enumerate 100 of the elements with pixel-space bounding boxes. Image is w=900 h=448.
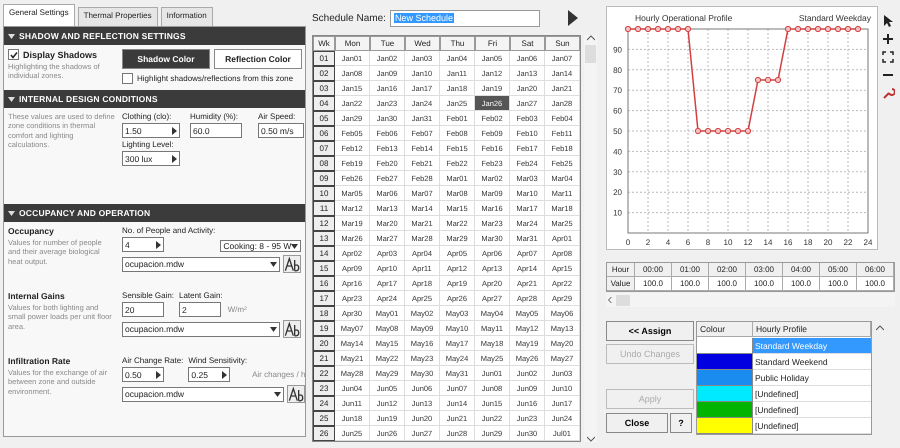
week-number: 17 [313,291,335,306]
scroll-up-icon[interactable] [876,325,884,331]
data-point [624,26,632,32]
unit-label: W/m² [228,305,247,316]
spin-arrow-icon[interactable] [171,126,177,134]
week-number: 25 [313,411,335,426]
column-header: 05:00 [820,263,857,277]
button[interactable]: << Assign [606,321,694,341]
dropdown-arrow-icon[interactable] [270,262,278,266]
input-field[interactable]: 1.50 [122,123,180,138]
axis-tick-label: 30 [613,168,622,177]
column-header: Wed [405,36,440,51]
triangle-icon[interactable] [566,10,578,26]
column-header: 01:00 [672,263,709,277]
axis-tick-label: 14 [764,238,772,247]
week-number: 09 [313,171,335,186]
text-style-icon[interactable] [284,256,300,272]
field-label: Lighting Level: [122,140,175,149]
pointer-icon[interactable] [881,14,895,28]
profile-item[interactable]: [Undefined] [753,402,871,418]
profile-item[interactable]: Standard Weekend [753,354,871,370]
spin-arrow-icon[interactable] [155,240,161,248]
text-style-icon[interactable] [284,321,300,337]
dropdown-arrow-icon[interactable] [274,392,282,396]
dropdown-arrow-icon[interactable] [291,244,298,248]
axis-tick-label: 2 [646,238,650,247]
data-point [674,26,682,32]
column-header: Hourly Profile [753,322,871,337]
input-field[interactable]: 0.50 [122,367,164,382]
scrollbar[interactable] [584,35,597,442]
axis-tick-label: 80 [613,66,622,75]
week-number: 15 [313,261,335,276]
spin-arrow-icon[interactable] [155,370,161,378]
column-header: Sun [545,36,580,51]
data-point [704,128,712,134]
data-point [834,26,842,32]
column-header: 04:00 [783,263,820,277]
color-button[interactable]: Reflection Color [214,49,302,69]
axis-tick-label: 40 [613,147,622,156]
axis-tick-label: 0 [626,238,630,247]
spin-arrow-icon[interactable] [171,154,177,162]
profile-item[interactable]: Public Holiday [753,370,871,386]
input-field[interactable]: 4 [122,237,164,252]
data-point [824,26,832,32]
scroll-down-icon[interactable] [586,436,594,442]
dropdown[interactable]: Cooking: 8 - 95 W [220,240,302,252]
table-cell[interactable]: 100.0 [783,277,820,291]
dropdown[interactable]: ocupacion.mdw [122,322,280,336]
field-label: Wind Sensitivity: [188,356,248,365]
checkbox[interactable] [8,49,19,60]
dropdown[interactable]: ocupacion.mdw [122,386,284,402]
input-field[interactable]: 0.25 [188,367,230,382]
input-field[interactable]: 2 [179,302,222,317]
section-header[interactable]: SHADOW AND REFLECTION SETTINGS [4,27,305,45]
group-title: Internal Gains [8,291,66,301]
button[interactable]: ? [670,413,692,433]
dropdown-arrow-icon[interactable] [270,326,277,332]
table-cell[interactable]: 100.0 [746,277,783,291]
table-cell[interactable]: 100.0 [709,277,746,291]
week-number: 24 [313,396,335,411]
table-cell[interactable]: 100.0 [820,277,857,291]
tab[interactable]: General Settings [3,4,75,26]
input-field[interactable]: 300 lux [122,151,180,166]
axis-tick-label: 8 [706,238,710,247]
input-field[interactable]: 0.50 m/s [258,123,304,138]
profile-item[interactable]: [Undefined] [753,418,871,434]
axis-tick-label: 16 [784,238,792,247]
column-header: Wk [313,36,335,51]
series-label: Standard Weekday [798,13,871,23]
section-header[interactable]: INTERNAL DESIGN CONDITIONS [4,90,305,108]
button[interactable]: Close [606,413,668,433]
axis-tick-label: 20 [613,188,622,198]
table-cell[interactable]: 100.0 [672,277,709,291]
week-number: 02 [313,66,335,81]
week-number: 10 [313,186,335,201]
color-button[interactable]: Shadow Color [122,49,210,69]
column-header: 06:00 [857,263,894,277]
week-number: 04 [313,96,335,111]
table-cell[interactable]: 100.0 [635,277,672,291]
axis-tick-label: 4 [666,238,670,247]
wrench-icon[interactable] [881,86,895,100]
profile-item[interactable]: [Undefined] [753,386,871,402]
input-field[interactable]: 60.0 [190,123,242,138]
scroll-left-icon[interactable] [606,297,614,303]
tab[interactable]: Information [160,7,213,26]
tab[interactable]: Thermal Properties [78,7,158,26]
plus-icon[interactable] [881,32,895,46]
scroll-up-icon[interactable] [586,35,594,41]
dropdown[interactable]: ocupacion.mdw [122,256,280,272]
expand-icon[interactable] [881,50,895,64]
section-header[interactable]: OCCUPANCY AND OPERATION [4,204,305,222]
checkbox[interactable] [122,73,133,84]
table-cell[interactable]: 100.0 [857,277,894,291]
week-number: 05 [313,111,335,126]
text-style-icon[interactable] [288,386,304,402]
input-field[interactable]: 20 [122,302,164,317]
data-point [664,26,672,32]
scrollbar[interactable] [606,293,895,307]
axis-tick-label: 60 [613,106,622,116]
spin-arrow-icon[interactable] [221,370,228,378]
